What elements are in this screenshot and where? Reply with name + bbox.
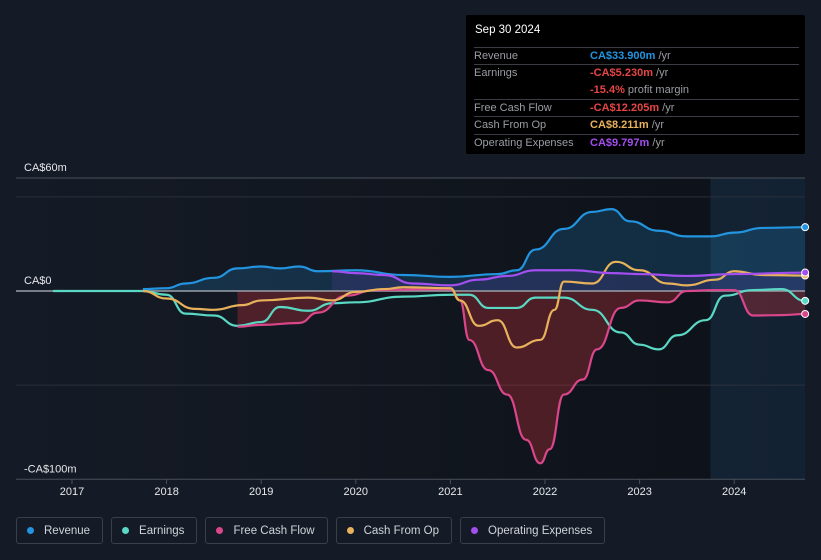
x-tick-label: 2022 bbox=[533, 486, 557, 498]
tooltip-row: Free Cash Flow -CA$12.205m /yr bbox=[474, 98, 799, 117]
tooltip-row: Revenue CA$33.900m /yr bbox=[474, 47, 799, 65]
legend-item-free-cash-flow[interactable]: Free Cash Flow bbox=[205, 517, 328, 544]
tooltip-label: Operating Expenses bbox=[474, 136, 574, 149]
tooltip-value: CA$33.900m /yr bbox=[590, 50, 671, 62]
y-tick-label: CA$0 bbox=[24, 275, 52, 287]
revenue-end-point[interactable] bbox=[801, 223, 810, 232]
legend-label: Earnings bbox=[139, 524, 185, 537]
operating-expenses-end-point[interactable] bbox=[801, 268, 810, 277]
forecast-region bbox=[710, 178, 805, 479]
legend-label: Revenue bbox=[44, 524, 91, 537]
tooltip-label: Cash From Op bbox=[474, 119, 547, 132]
y-tick-label: -CA$100m bbox=[24, 463, 77, 475]
tooltip-value: CA$9.797m /yr bbox=[590, 136, 665, 149]
tooltip-row: -15.4% profit margin bbox=[474, 82, 799, 99]
legend-label: Operating Expenses bbox=[488, 524, 593, 537]
plot-area bbox=[16, 178, 805, 479]
legend-item-operating-expenses[interactable]: Operating Expenses bbox=[460, 517, 606, 544]
x-tick-label: 2023 bbox=[627, 486, 651, 498]
tooltip-date: Sep 30 2024 bbox=[475, 24, 541, 36]
y-tick-label: CA$60m bbox=[24, 162, 67, 174]
legend-dot-icon bbox=[27, 527, 34, 534]
tooltip-label: Free Cash Flow bbox=[474, 101, 552, 114]
legend-dot-icon bbox=[122, 527, 130, 534]
legend-dot-icon bbox=[346, 527, 354, 534]
tooltip-row: Cash From Op CA$8.211m /yr bbox=[474, 116, 799, 134]
legend-item-revenue[interactable]: Revenue bbox=[16, 517, 104, 544]
legend: Revenue Earnings Free Cash Flow Cash From O… bbox=[16, 517, 606, 544]
tooltip-label: Earnings bbox=[474, 67, 518, 80]
earnings-end-point[interactable] bbox=[801, 296, 810, 305]
legend-dot-icon bbox=[216, 527, 224, 534]
tooltip: Sep 30 2024 Revenue CA$33.900m /yr Earning… bbox=[466, 15, 805, 154]
tooltip-label: Revenue bbox=[474, 50, 519, 62]
x-tick-label: 2020 bbox=[344, 486, 368, 498]
tooltip-value: -15.4% profit margin bbox=[590, 83, 690, 96]
x-tick-label: 2024 bbox=[722, 486, 746, 498]
legend-item-earnings[interactable]: Earnings bbox=[111, 517, 198, 544]
x-tick-label: 2021 bbox=[438, 486, 462, 498]
tooltip-value: CA$8.211m /yr bbox=[590, 119, 664, 132]
tooltip-row: Earnings -CA$5.230m /yr bbox=[474, 64, 799, 82]
legend-item-cash-from-op[interactable]: Cash From Op bbox=[335, 517, 453, 544]
tooltip-value: -CA$12.205m /yr bbox=[590, 101, 675, 114]
tooltip-row: Operating Expenses CA$9.797m /yr bbox=[474, 133, 799, 152]
x-tick-label: 2019 bbox=[249, 486, 273, 498]
free-cash-flow-end-point[interactable] bbox=[801, 309, 810, 318]
x-tick-label: 2017 bbox=[60, 486, 84, 498]
x-tick-label: 2018 bbox=[154, 486, 178, 498]
legend-label: Cash From Op bbox=[363, 524, 440, 537]
legend-dot-icon bbox=[471, 527, 479, 534]
legend-label: Free Cash Flow bbox=[233, 524, 315, 537]
tooltip-value: -CA$5.230m /yr bbox=[590, 67, 669, 80]
